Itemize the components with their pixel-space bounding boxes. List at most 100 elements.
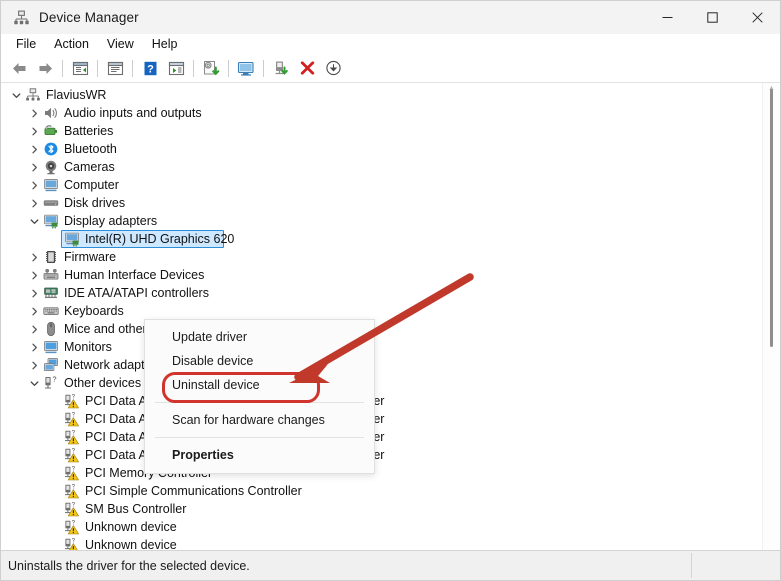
tree-label: IDE ATA/ATAPI controllers — [64, 286, 209, 300]
tree-row-unknown-device[interactable]: ? Unknown device — [1, 518, 762, 536]
tree-row-disk-drives[interactable]: Disk drives — [1, 194, 762, 212]
chevron-right-icon[interactable] — [27, 320, 42, 338]
forward-icon[interactable] — [32, 56, 58, 81]
menu-action[interactable]: Action — [45, 34, 98, 54]
tree-row-unknown-device[interactable]: ? PCI Simple Communications Controller — [1, 482, 762, 500]
mouse-icon — [42, 321, 59, 338]
device-tree: FlaviusWR Audio inputs and outputs Batte… — [1, 86, 762, 551]
tree-row-bluetooth[interactable]: Bluetooth — [1, 140, 762, 158]
chevron-right-icon[interactable] — [27, 104, 42, 122]
tree-row-network-adapters[interactable]: Network adapters — [1, 356, 762, 374]
help-icon[interactable]: ? — [137, 56, 163, 81]
chevron-right-icon[interactable] — [27, 158, 42, 176]
toolbar-separator — [132, 59, 133, 77]
disable-device-icon[interactable] — [320, 56, 346, 81]
show-hide-console-tree-icon[interactable] — [67, 56, 93, 81]
vertical-scrollbar[interactable]: ▲ — [762, 83, 780, 551]
unknown-device-warning-icon: ? — [63, 483, 80, 500]
tree-label: Firmware — [64, 250, 117, 264]
close-button[interactable] — [735, 1, 780, 34]
uninstall-device-icon[interactable] — [294, 56, 320, 81]
context-menu-item-disable-device[interactable]: Disable device — [145, 349, 374, 373]
menu-help[interactable]: Help — [143, 34, 187, 54]
tree-row-monitors[interactable]: Monitors — [1, 338, 762, 356]
view-icon[interactable] — [163, 56, 189, 81]
toolbar-separator — [97, 59, 98, 77]
svg-text:?: ? — [71, 411, 75, 418]
tree-row-cameras[interactable]: Cameras — [1, 158, 762, 176]
scrollbar-thumb[interactable] — [770, 89, 773, 347]
unknown-device-warning-icon: ? — [63, 519, 80, 536]
chevron-right-icon[interactable] — [27, 338, 42, 356]
tree-row-keyboards[interactable]: Keyboards — [1, 302, 762, 320]
tree-row-computer[interactable]: Computer — [1, 176, 762, 194]
tree-row-unknown-device[interactable]: ? SM Bus Controller — [1, 500, 762, 518]
tree-row-other-devices[interactable]: ? Other devices — [1, 374, 762, 392]
unknown-device-warning-icon: ? — [63, 465, 80, 482]
tree-row-unknown-device[interactable]: ? PCI Data Acquisition and Signal Proces… — [1, 428, 762, 446]
tree-row-unknown-device[interactable]: ? PCI Memory Controller — [1, 464, 762, 482]
tree-row-unknown-device[interactable]: ? PCI Data Acquisition and Signal Proces… — [1, 392, 762, 410]
chevron-right-icon[interactable] — [27, 284, 42, 302]
menu-file[interactable]: File — [7, 34, 45, 54]
tree-row-firmware[interactable]: Firmware — [1, 248, 762, 266]
display-adapter-icon — [42, 213, 59, 230]
context-menu-item-scan-for-hardware-changes[interactable]: Scan for hardware changes — [145, 408, 374, 432]
chevron-down-icon[interactable] — [27, 374, 42, 392]
hid-icon — [42, 267, 59, 284]
chevron-down-icon[interactable] — [9, 86, 24, 104]
tree-label: Monitors — [64, 340, 112, 354]
tree-row-unknown-device[interactable]: ? Unknown device — [1, 536, 762, 551]
tree-row-mice[interactable]: Mice and other pointing devices — [1, 320, 762, 338]
chevron-right-icon[interactable] — [27, 266, 42, 284]
svg-text:?: ? — [71, 501, 75, 508]
other-device-icon: ? — [42, 375, 59, 392]
tree-label: Human Interface Devices — [64, 268, 205, 282]
context-menu-item-update-driver[interactable]: Update driver — [145, 325, 374, 349]
tree-label: Bluetooth — [64, 142, 117, 156]
chevron-right-icon[interactable] — [27, 140, 42, 158]
menu-view[interactable]: View — [98, 34, 143, 54]
tree-row-unknown-device[interactable]: ? PCI Data Acquisition and Signal Proces… — [1, 410, 762, 428]
context-menu-item-uninstall-device[interactable]: Uninstall device — [145, 373, 374, 397]
maximize-button[interactable] — [690, 1, 735, 34]
chevron-right-icon[interactable] — [27, 248, 42, 266]
chevron-right-icon[interactable] — [27, 122, 42, 140]
enable-device-icon[interactable] — [268, 56, 294, 81]
scan-hardware-changes-icon[interactable] — [233, 56, 259, 81]
tree-row-intel-uhd-graphics[interactable]: Intel(R) UHD Graphics 620 — [1, 230, 762, 248]
tree-row-ide-ata-controllers[interactable]: IDE ATA/ATAPI controllers — [1, 284, 762, 302]
tree-row-audio[interactable]: Audio inputs and outputs — [1, 104, 762, 122]
device-tree-pane: FlaviusWR Audio inputs and outputs Batte… — [1, 83, 780, 551]
disk-drive-icon — [42, 195, 59, 212]
unknown-device-warning-icon: ? — [63, 537, 80, 551]
tree-row-display-adapters[interactable]: Display adapters — [1, 212, 762, 230]
chevron-right-icon[interactable] — [27, 302, 42, 320]
svg-text:?: ? — [71, 537, 75, 544]
window-controls — [645, 1, 780, 34]
chevron-down-icon[interactable] — [27, 212, 42, 230]
tree-row-human-interface-devices[interactable]: Human Interface Devices — [1, 266, 762, 284]
network-adapter-icon — [42, 357, 59, 374]
status-bar: Uninstalls the driver for the selected d… — [1, 550, 780, 580]
chevron-right-icon[interactable] — [27, 356, 42, 374]
tree-label: Batteries — [64, 124, 114, 138]
ide-controller-icon — [42, 285, 59, 302]
tree-label: Unknown device — [85, 538, 177, 551]
back-icon[interactable] — [6, 56, 32, 81]
tree-label: SM Bus Controller — [85, 502, 187, 516]
chevron-right-icon[interactable] — [27, 176, 42, 194]
chevron-right-icon[interactable] — [27, 194, 42, 212]
minimize-button[interactable] — [645, 1, 690, 34]
computer-root-icon — [24, 87, 41, 104]
firmware-icon — [42, 249, 59, 266]
tree-row-root[interactable]: FlaviusWR — [1, 86, 762, 104]
title-bar: Device Manager — [1, 1, 780, 35]
tree-row-unknown-device[interactable]: ? PCI Data Acquisition and Signal Proces… — [1, 446, 762, 464]
properties-icon[interactable] — [102, 56, 128, 81]
svg-text:?: ? — [71, 465, 75, 472]
tree-row-batteries[interactable]: Batteries — [1, 122, 762, 140]
context-menu-item-properties[interactable]: Properties — [145, 443, 374, 467]
tree-label: Unknown device — [85, 520, 177, 534]
update-driver-icon[interactable] — [198, 56, 224, 81]
